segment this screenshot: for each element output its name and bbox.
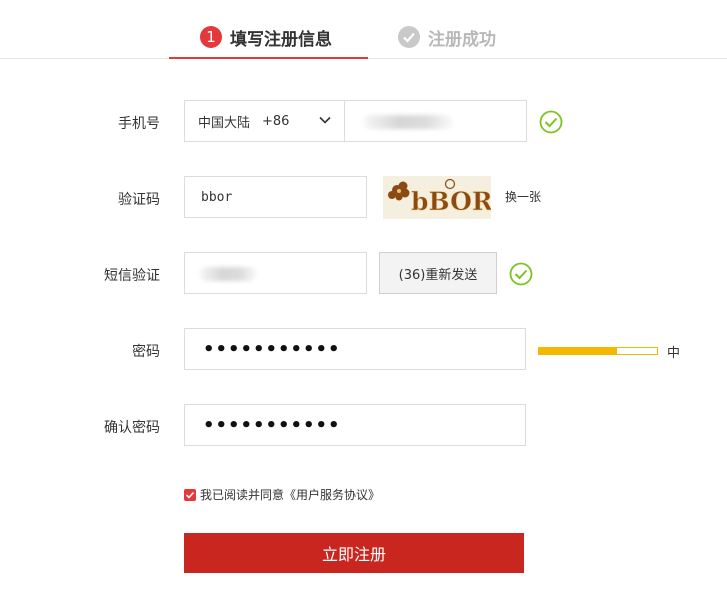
step-success-label: 注册成功 [428, 29, 496, 50]
country-select[interactable]: 中国大陆 +86 [184, 100, 345, 142]
sms-label: 短信验证 [104, 268, 160, 284]
check-circle-icon [539, 110, 563, 134]
captcha-image[interactable]: bBOR [383, 176, 491, 219]
step-fill-info-label: 填写注册信息 [230, 29, 332, 50]
blurred-phone-number [363, 115, 453, 129]
sms-code-input[interactable] [184, 252, 367, 294]
phone-label: 手机号 [118, 116, 160, 132]
password-strength-bar [538, 347, 658, 355]
step-number-badge: 1 [200, 26, 222, 48]
country-name: 中国大陆 [198, 115, 251, 131]
check-circle-icon [509, 262, 533, 286]
password-strength-fill [539, 348, 617, 354]
captcha-image-text: bBOR [411, 187, 491, 216]
step-fill-info: 1 填写注册信息 [200, 22, 332, 52]
blurred-sms-code [199, 267, 257, 281]
agreement-text[interactable]: 我已阅读并同意《用户服务协议》 [200, 486, 380, 503]
phone-input[interactable] [344, 100, 527, 142]
active-step-indicator [169, 57, 368, 59]
captcha-input[interactable]: bbor [184, 176, 367, 218]
confirm-password-label: 确认密码 [104, 420, 160, 436]
confirm-password-input[interactable]: ••••••••••• [184, 404, 526, 446]
register-submit-button[interactable]: 立即注册 [184, 533, 524, 573]
resend-sms-button[interactable]: (36)重新发送 [379, 252, 497, 294]
password-masked-value: ••••••••••• [203, 338, 341, 360]
captcha-input-value: bbor [201, 189, 233, 205]
captcha-label: 验证码 [118, 192, 160, 208]
refresh-captcha-link[interactable]: 换一张 [505, 188, 541, 205]
confirm-password-masked-value: ••••••••••• [203, 414, 341, 436]
agreement-row: 我已阅读并同意《用户服务协议》 [184, 486, 380, 503]
password-strength-label: 中 [667, 346, 681, 361]
chevron-down-icon [318, 113, 332, 131]
password-input[interactable]: ••••••••••• [184, 328, 526, 370]
step-success: 注册成功 [398, 22, 496, 52]
check-circle-icon [398, 26, 420, 48]
password-label: 密码 [132, 344, 160, 360]
agreement-checkbox[interactable] [184, 488, 196, 501]
country-code: +86 [262, 113, 290, 129]
